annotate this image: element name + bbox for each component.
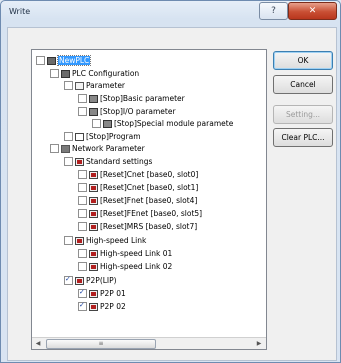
program-icon [75, 132, 84, 141]
checkbox[interactable] [78, 222, 87, 231]
scrollbar-thumb[interactable]: ≡ [46, 339, 156, 349]
module-icon [89, 94, 98, 103]
close-icon: ✕ [308, 6, 317, 16]
tree-label: P2P(LIP) [86, 276, 117, 285]
network-module-icon [89, 170, 98, 179]
tree-item-special-module-parameter[interactable]: [Stop]Special module paramete [92, 118, 233, 129]
tree-label: [Reset]Fnet [base0, slot4] [100, 196, 198, 205]
tree-item-network-parameter[interactable]: Network Parameter [50, 143, 145, 154]
tree-label: Parameter [86, 81, 126, 90]
tree-item-fenet-slot5[interactable]: [Reset]FEnet [base0, slot5] [78, 208, 202, 219]
tree-item-high-speed-link-02[interactable]: High-speed Link 02 [78, 261, 172, 272]
tree-label: [Reset]Cnet [base0, slot0] [100, 170, 199, 179]
link-icon [75, 236, 84, 245]
checkbox[interactable] [64, 157, 73, 166]
network-icon [61, 144, 70, 153]
checkbox[interactable] [78, 183, 87, 192]
tree-label: [Stop]I/O parameter [100, 107, 176, 116]
tree-item-cnet-slot1[interactable]: [Reset]Cnet [base0, slot1] [78, 182, 198, 193]
horizontal-scrollbar[interactable]: ◀ ≡ ▶ [32, 337, 266, 349]
cancel-button[interactable]: Cancel [273, 75, 333, 94]
checkbox-checked[interactable] [64, 276, 73, 285]
tree-label: High-speed Link 02 [100, 262, 173, 271]
settings-icon [75, 157, 84, 166]
tree-label: High-speed Link [86, 236, 147, 245]
tree-item-high-speed-link[interactable]: High-speed Link [64, 235, 146, 246]
tree-item-plc-configuration[interactable]: PLC Configuration [50, 68, 139, 79]
tree-label: [Reset]MRS [base0, slot7] [100, 222, 198, 231]
tree-item-high-speed-link-01[interactable]: High-speed Link 01 [78, 248, 172, 259]
checkbox[interactable] [36, 56, 45, 65]
tree-item-basic-parameter[interactable]: [Stop]Basic parameter [78, 93, 185, 104]
window-title: Write [9, 7, 31, 16]
tree-item-io-parameter[interactable]: [Stop]I/O parameter [78, 106, 176, 117]
write-items-tree[interactable]: NewPLC PLC Configuration Parameter [Stop… [31, 49, 267, 350]
checkbox[interactable] [78, 107, 87, 116]
tree-label: P2P 01 [100, 289, 126, 298]
tree-label: [Reset]FEnet [base0, slot5] [100, 209, 203, 218]
tree-label: High-speed Link 01 [100, 249, 173, 258]
tree-item-parameter[interactable]: Parameter [64, 80, 125, 91]
checkbox-checked[interactable] [78, 302, 87, 311]
tree-item-standard-settings[interactable]: Standard settings [64, 156, 152, 167]
checkbox-checked[interactable] [78, 289, 87, 298]
checkbox[interactable] [64, 132, 73, 141]
tree-label: PLC Configuration [72, 69, 140, 78]
scroll-right-icon[interactable]: ▶ [254, 339, 264, 348]
checkbox[interactable] [64, 236, 73, 245]
tree-label: P2P 02 [100, 302, 126, 311]
link-icon [89, 249, 98, 258]
plc-icon [47, 56, 56, 65]
tree-item-root[interactable]: NewPLC [36, 55, 92, 66]
configuration-icon [61, 69, 70, 78]
module-icon [89, 107, 98, 116]
tree-item-p2p-02[interactable]: P2P 02 [78, 301, 126, 312]
network-module-icon [89, 196, 98, 205]
checkbox[interactable] [92, 119, 101, 128]
tree-label: [Reset]Cnet [base0, slot1] [100, 183, 199, 192]
checkbox[interactable] [78, 262, 87, 271]
tree-label: [Stop]Special module paramete [114, 119, 234, 128]
link-icon [89, 262, 98, 271]
checkbox[interactable] [50, 69, 59, 78]
tree-item-cnet-slot0[interactable]: [Reset]Cnet [base0, slot0] [78, 169, 198, 180]
scroll-left-icon[interactable]: ◀ [33, 339, 43, 348]
help-button[interactable]: ? [259, 2, 288, 20]
checkbox[interactable] [78, 209, 87, 218]
p2p-icon [89, 302, 98, 311]
tree-item-mrs-slot7[interactable]: [Reset]MRS [base0, slot7] [78, 221, 197, 232]
tree-item-p2p-01[interactable]: P2P 01 [78, 288, 126, 299]
tree-label: Network Parameter [72, 144, 145, 153]
checkbox[interactable] [78, 170, 87, 179]
tree-label: [Stop]Program [86, 132, 141, 141]
network-module-icon [89, 183, 98, 192]
tree-item-program[interactable]: [Stop]Program [64, 131, 141, 142]
clear-plc-button[interactable]: Clear PLC... [273, 128, 333, 147]
checkbox[interactable] [78, 94, 87, 103]
tree-item-fnet-slot4[interactable]: [Reset]Fnet [base0, slot4] [78, 195, 197, 206]
close-button[interactable]: ✕ [288, 2, 337, 20]
help-icon: ? [271, 6, 276, 16]
tree-label: Standard settings [86, 157, 153, 166]
tree-label: NewPLC [56, 55, 92, 66]
checkbox[interactable] [50, 144, 59, 153]
parameter-icon [75, 81, 84, 90]
tree-label: [Stop]Basic parameter [100, 94, 185, 103]
network-module-icon [89, 222, 98, 231]
setting-button[interactable]: Setting... [273, 105, 333, 124]
checkbox[interactable] [78, 196, 87, 205]
module-icon [103, 119, 112, 128]
ok-button[interactable]: OK [273, 51, 333, 70]
tree-item-p2p[interactable]: P2P(LIP) [64, 275, 117, 286]
checkbox[interactable] [78, 249, 87, 258]
write-dialog: Write ? ✕ NewPLC PLC Configuration Param… [0, 0, 341, 363]
checkbox[interactable] [64, 81, 73, 90]
network-module-icon [89, 209, 98, 218]
p2p-icon [75, 276, 84, 285]
p2p-icon [89, 289, 98, 298]
